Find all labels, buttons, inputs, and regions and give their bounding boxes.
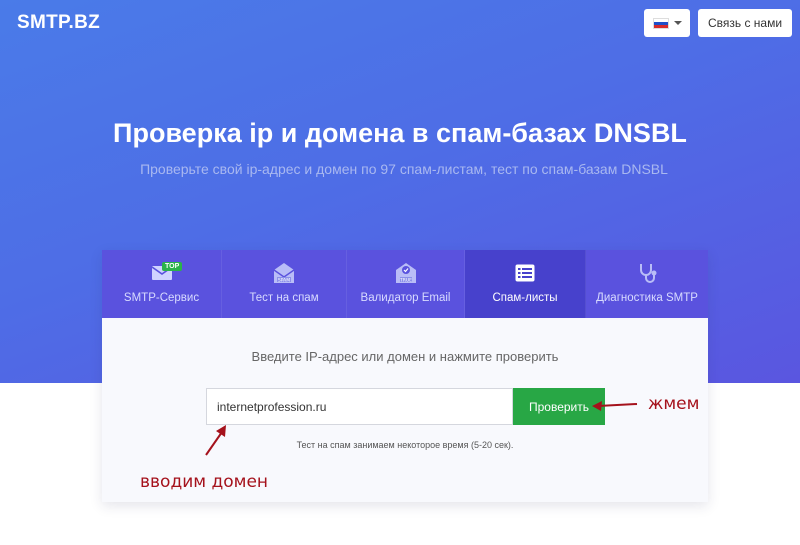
annotation-enter-domain: вводим домен (140, 472, 269, 492)
arrow-to-input (205, 425, 226, 456)
annotation-arrows (205, 401, 638, 456)
arrow-to-button (592, 401, 638, 411)
annotation-press: жмем (648, 394, 700, 414)
